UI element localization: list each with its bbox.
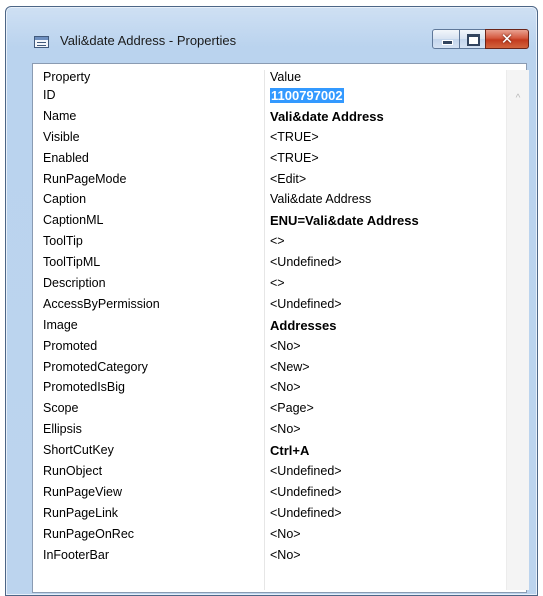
property-value[interactable]: <> (270, 232, 285, 251)
property-row[interactable]: Enabled <TRUE> (43, 149, 503, 170)
property-value[interactable]: <Undefined> (270, 295, 342, 314)
property-row[interactable]: PromotedCategory <New> (43, 358, 503, 379)
maximize-button[interactable] (459, 29, 486, 49)
column-header-property[interactable]: Property (43, 68, 90, 87)
property-row[interactable]: Image Addresses (43, 316, 503, 337)
property-name: RunObject (43, 464, 103, 479)
property-value[interactable]: Vali&date Address (270, 190, 371, 209)
maximize-icon (467, 34, 480, 46)
properties-grid: Property Value ID 1100797002 Name Vali&date… (43, 70, 529, 590)
property-name: RunPageLink (43, 505, 119, 520)
property-row[interactable]: RunPageView <Undefined> (43, 483, 503, 504)
property-name: Scope (43, 401, 79, 416)
property-value[interactable]: <TRUE> (270, 149, 319, 168)
window-title: Vali&date Address - Properties (60, 33, 237, 48)
property-value[interactable]: <TRUE> (270, 128, 319, 147)
column-header-value[interactable]: Value (270, 68, 301, 87)
property-value-cell[interactable]: 1100797002 (270, 86, 344, 106)
property-value[interactable]: <No> (270, 525, 301, 544)
property-name: Description (43, 276, 106, 291)
property-name: Name (43, 108, 77, 123)
property-value[interactable]: <Undefined> (270, 253, 342, 272)
property-name: Image (43, 317, 78, 332)
property-name: Enabled (43, 150, 89, 165)
vertical-scrollbar[interactable]: ^ (506, 70, 529, 590)
property-name: RunPageOnRec (43, 526, 135, 541)
property-name: ToolTip (43, 234, 83, 249)
property-value[interactable]: <Undefined> (270, 483, 342, 502)
property-row[interactable]: PromotedIsBig <No> (43, 378, 503, 399)
close-button[interactable]: ✕ (485, 29, 529, 49)
property-name: ShortCutKey (43, 443, 114, 458)
properties-window: Vali&date Address - Properties ✕ Propert… (5, 6, 538, 596)
property-name: PromotedIsBig (43, 380, 125, 395)
property-name: RunPageView (43, 484, 122, 499)
property-row[interactable]: Description <> (43, 274, 503, 295)
property-value[interactable]: <Undefined> (270, 504, 342, 523)
property-name: InFooterBar (43, 547, 110, 562)
property-row[interactable]: Promoted <No> (43, 337, 503, 358)
property-value[interactable]: <Page> (270, 399, 314, 418)
property-row[interactable]: RunPageOnRec <No> (43, 525, 503, 546)
property-value[interactable]: <No> (270, 378, 301, 397)
property-name: RunPageMode (43, 171, 127, 186)
property-name: Visible (43, 129, 80, 144)
property-name: Caption (43, 192, 87, 207)
property-value[interactable]: <No> (270, 420, 301, 439)
property-row[interactable]: RunObject <Undefined> (43, 462, 503, 483)
property-name: ID (43, 88, 56, 102)
property-row[interactable]: Ellipsis <No> (43, 420, 503, 441)
property-value-selected[interactable]: 1100797002 (270, 88, 344, 103)
property-value[interactable]: Vali&date Address (270, 107, 384, 126)
property-row[interactable]: Name Vali&date Address (43, 107, 503, 128)
property-row[interactable]: CaptionML ENU=Vali&date Address (43, 211, 503, 232)
header-row: Property Value (43, 70, 503, 86)
property-row[interactable]: ToolTip <> (43, 232, 503, 253)
property-row[interactable]: Scope <Page> (43, 399, 503, 420)
property-name: ToolTipML (43, 255, 101, 270)
property-value[interactable]: <No> (270, 337, 301, 356)
table-icon (34, 36, 49, 48)
property-value[interactable]: ENU=Vali&date Address (270, 211, 419, 230)
property-value[interactable]: <Undefined> (270, 462, 342, 481)
property-row[interactable]: ToolTipML <Undefined> (43, 253, 503, 274)
property-rows: ID 1100797002 Name Vali&date Address Visible… (43, 86, 503, 566)
property-row[interactable]: ShortCutKey Ctrl+A (43, 441, 503, 462)
property-name: AccessByPermission (43, 296, 160, 311)
close-icon: ✕ (500, 30, 514, 48)
property-row[interactable]: Visible <TRUE> (43, 128, 503, 149)
property-row[interactable]: RunPageMode <Edit> (43, 170, 503, 191)
minimize-button[interactable] (432, 29, 460, 49)
property-value[interactable]: <No> (270, 546, 301, 565)
scroll-up-icon[interactable]: ^ (507, 94, 529, 104)
property-value[interactable]: <New> (270, 358, 310, 377)
property-row[interactable]: InFooterBar <No> (43, 546, 503, 567)
property-row[interactable]: Caption Vali&date Address (43, 190, 503, 211)
property-name: CaptionML (43, 213, 104, 228)
property-value[interactable]: Addresses (270, 316, 336, 335)
property-row[interactable]: ID 1100797002 (43, 86, 503, 107)
properties-panel: Property Value ID 1100797002 Name Vali&date… (32, 63, 529, 593)
minimize-icon (442, 40, 453, 45)
property-row[interactable]: AccessByPermission <Undefined> (43, 295, 503, 316)
property-value[interactable]: Ctrl+A (270, 441, 309, 460)
property-value[interactable]: <> (270, 274, 285, 293)
property-value[interactable]: <Edit> (270, 170, 306, 189)
property-name: Promoted (43, 338, 98, 353)
property-name: Ellipsis (43, 422, 82, 437)
property-name: PromotedCategory (43, 359, 148, 374)
property-row[interactable]: RunPageLink <Undefined> (43, 504, 503, 525)
